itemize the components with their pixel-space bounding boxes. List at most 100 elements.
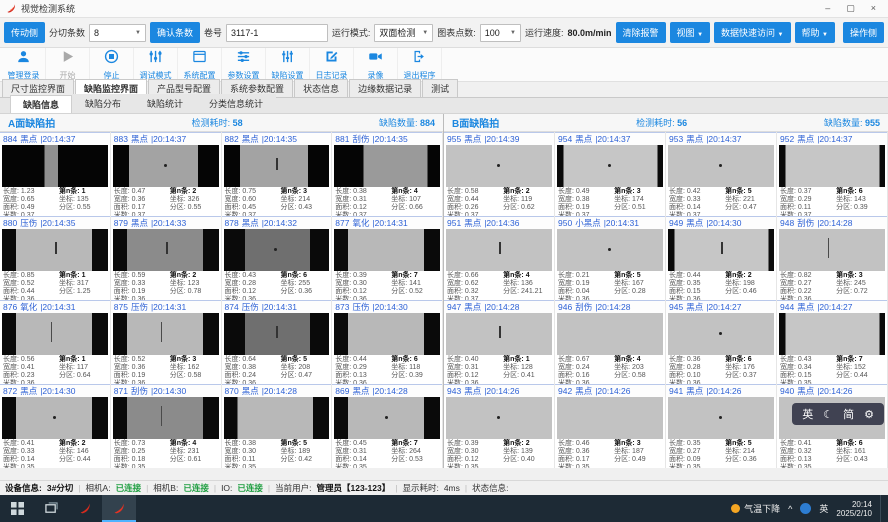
clear-alarm-button[interactable]: 清除报警: [616, 22, 666, 43]
close-icon[interactable]: ×: [871, 3, 876, 14]
defect-thumbnail[interactable]: [334, 397, 440, 439]
defect-thumbnail[interactable]: [668, 313, 774, 355]
defect-thumbnail[interactable]: [2, 145, 108, 187]
defect-cell[interactable]: 942 黑点 |20:14:26 长度: 0.46宽度: 0.36面积: 0.1…: [555, 384, 666, 468]
defect-cell[interactable]: 941 黑点 |20:14:26 长度: 0.35宽度: 0.27面积: 0.0…: [666, 384, 777, 468]
split-count-select[interactable]: 8▼: [89, 24, 146, 42]
defect-thumbnail[interactable]: [334, 229, 440, 271]
action-play[interactable]: 开始: [46, 48, 90, 81]
defect-cell[interactable]: 871 刮伤 |20:14:30 长度: 0.73宽度: 0.25面积: 0.1…: [111, 384, 222, 468]
defect-cell[interactable]: 955 黑点 |20:14:39 长度: 0.58宽度: 0.44面积: 0.2…: [444, 132, 555, 216]
taskbar-app-active[interactable]: [102, 495, 136, 522]
drive-side-button[interactable]: 传动侧: [4, 22, 45, 43]
defect-cell[interactable]: 953 黑点 |20:14:37 长度: 0.42宽度: 0.33面积: 0.1…: [666, 132, 777, 216]
action-camera[interactable]: 录像: [354, 48, 398, 81]
defect-cell[interactable]: 883 黑点 |20:14:37 长度: 0.47宽度: 0.36面积: 0.1…: [111, 132, 222, 216]
run-mode-select[interactable]: 双面检测▼: [374, 24, 433, 42]
subtab-1[interactable]: 缺陷分布: [72, 94, 134, 113]
defect-cell[interactable]: 940 黑点 |20:14:26 长度: 0.41宽度: 0.32面积: 0.1…: [777, 384, 888, 468]
defect-thumbnail[interactable]: [668, 397, 774, 439]
action-stop[interactable]: 停止: [90, 48, 134, 81]
gear-icon[interactable]: ⚙: [864, 408, 874, 421]
defect-thumbnail[interactable]: [2, 397, 108, 439]
moon-icon[interactable]: ☾: [823, 408, 833, 421]
defect-cell[interactable]: 881 刮伤 |20:14:35 长度: 0.38宽度: 0.31面积: 0.1…: [332, 132, 443, 216]
action-defect[interactable]: 缺陷设置: [266, 48, 310, 81]
tray-expand-chevron[interactable]: ^: [788, 504, 792, 514]
taskbar-app-shortcut[interactable]: [68, 495, 102, 522]
action-log[interactable]: 日志记录: [310, 48, 354, 81]
defect-cell[interactable]: 880 压伤 |20:14:35 长度: 0.85宽度: 0.52面积: 0.4…: [0, 216, 111, 300]
defect-cell[interactable]: 950 小黑点 |20:14:31 长度: 0.21宽度: 0.19面积: 0.…: [555, 216, 666, 300]
defect-cell[interactable]: 951 黑点 |20:14:36 长度: 0.66宽度: 0.62面积: 0.3…: [444, 216, 555, 300]
defect-thumbnail[interactable]: [113, 229, 219, 271]
defect-cell[interactable]: 872 黑点 |20:14:30 长度: 0.41宽度: 0.33面积: 0.1…: [0, 384, 111, 468]
minimize-icon[interactable]: –: [825, 3, 830, 14]
defect-thumbnail[interactable]: [446, 313, 552, 355]
language-indicator[interactable]: 英: [819, 502, 828, 515]
defect-cell[interactable]: 869 黑点 |20:14:28 长度: 0.45宽度: 0.31面积: 0.1…: [332, 384, 443, 468]
defect-thumbnail[interactable]: [779, 145, 885, 187]
defect-thumbnail[interactable]: [668, 229, 774, 271]
chart-points-select[interactable]: 100▼: [480, 24, 521, 42]
ime-tray-icon[interactable]: [800, 503, 811, 514]
subtab-3[interactable]: 分类信息统计: [196, 94, 276, 113]
defect-thumbnail[interactable]: [557, 145, 663, 187]
defect-cell[interactable]: 945 黑点 |20:14:27 长度: 0.36宽度: 0.28面积: 0.1…: [666, 300, 777, 384]
confirm-count-button[interactable]: 确认条数: [150, 22, 200, 43]
defect-thumbnail[interactable]: [779, 313, 885, 355]
defect-thumbnail[interactable]: [557, 397, 663, 439]
defect-cell[interactable]: 947 黑点 |20:14:28 长度: 0.40宽度: 0.31面积: 0.1…: [444, 300, 555, 384]
defect-thumbnail[interactable]: [446, 145, 552, 187]
tab-5[interactable]: 边缘数据记录: [349, 79, 421, 97]
defect-cell[interactable]: 879 黑点 |20:14:33 长度: 0.59宽度: 0.33面积: 0.1…: [111, 216, 222, 300]
maximize-icon[interactable]: ▢: [846, 3, 855, 14]
defect-cell[interactable]: 870 黑点 |20:14:28 长度: 0.38宽度: 0.30面积: 0.1…: [222, 384, 333, 468]
defect-thumbnail[interactable]: [668, 145, 774, 187]
action-params[interactable]: 参数设置: [222, 48, 266, 81]
defect-cell[interactable]: 884 黑点 |20:14:37 长度: 1.23宽度: 0.65面积: 0.4…: [0, 132, 111, 216]
defect-cell[interactable]: 876 氧化 |20:14:31 长度: 0.56宽度: 0.41面积: 0.2…: [0, 300, 111, 384]
defect-thumbnail[interactable]: [224, 313, 330, 355]
defect-thumbnail[interactable]: [334, 313, 440, 355]
subtab-0[interactable]: 缺陷信息: [10, 95, 72, 113]
operator-side-button[interactable]: 操作侧: [843, 22, 884, 43]
defect-thumbnail[interactable]: [334, 145, 440, 187]
defect-thumbnail[interactable]: [2, 313, 108, 355]
defect-cell[interactable]: 878 黑点 |20:14:32 长度: 0.43宽度: 0.28面积: 0.1…: [222, 216, 333, 300]
defect-thumbnail[interactable]: [2, 229, 108, 271]
defect-cell[interactable]: 873 压伤 |20:14:30 长度: 0.44宽度: 0.29面积: 0.1…: [332, 300, 443, 384]
action-debug[interactable]: 调试模式: [134, 48, 178, 81]
defect-thumbnail[interactable]: [557, 229, 663, 271]
defect-thumbnail[interactable]: [224, 145, 330, 187]
defect-thumbnail[interactable]: [557, 313, 663, 355]
action-user[interactable]: 管理登录: [2, 48, 46, 81]
view-menu-button[interactable]: 视图 ▼: [670, 22, 710, 43]
defect-cell[interactable]: 949 黑点 |20:14:30 长度: 0.44宽度: 0.35面积: 0.1…: [666, 216, 777, 300]
defect-thumbnail[interactable]: [224, 229, 330, 271]
defect-cell[interactable]: 946 刮伤 |20:14:28 长度: 0.67宽度: 0.24面积: 0.1…: [555, 300, 666, 384]
ime-simplified-toggle[interactable]: 简: [843, 406, 854, 422]
ime-english-toggle[interactable]: 英: [802, 406, 813, 422]
tab-4[interactable]: 状态信息: [294, 79, 348, 97]
defect-thumbnail[interactable]: [224, 397, 330, 439]
defect-cell[interactable]: 948 刮伤 |20:14:28 长度: 0.82宽度: 0.27面积: 0.2…: [777, 216, 888, 300]
start-button[interactable]: [0, 495, 34, 522]
defect-cell[interactable]: 877 氧化 |20:14:31 长度: 0.39宽度: 0.30面积: 0.1…: [332, 216, 443, 300]
defect-cell[interactable]: 952 黑点 |20:14:37 长度: 0.37宽度: 0.29面积: 0.1…: [777, 132, 888, 216]
defect-cell[interactable]: 882 黑点 |20:14:35 长度: 0.75宽度: 0.60面积: 0.4…: [222, 132, 333, 216]
defect-cell[interactable]: 954 黑点 |20:14:37 长度: 0.49宽度: 0.38面积: 0.1…: [555, 132, 666, 216]
subtab-2[interactable]: 缺陷统计: [134, 94, 196, 113]
task-view-button[interactable]: [34, 495, 68, 522]
defect-thumbnail[interactable]: [446, 229, 552, 271]
defect-cell[interactable]: 943 黑点 |20:14:26 长度: 0.39宽度: 0.30面积: 0.1…: [444, 384, 555, 468]
defect-thumbnail[interactable]: [779, 229, 885, 271]
defect-thumbnail[interactable]: [113, 397, 219, 439]
clock-widget[interactable]: 20:14 2025/2/10: [836, 500, 872, 518]
defect-cell[interactable]: 874 压伤 |20:14:31 长度: 0.64宽度: 0.38面积: 0.2…: [222, 300, 333, 384]
action-exit[interactable]: 退出程序: [398, 48, 442, 81]
tab-6[interactable]: 测试: [422, 79, 458, 97]
roll-input[interactable]: 3117-1: [226, 24, 328, 42]
action-system[interactable]: 系统配置: [178, 48, 222, 81]
help-menu-button[interactable]: 帮助 ▼: [795, 22, 835, 43]
